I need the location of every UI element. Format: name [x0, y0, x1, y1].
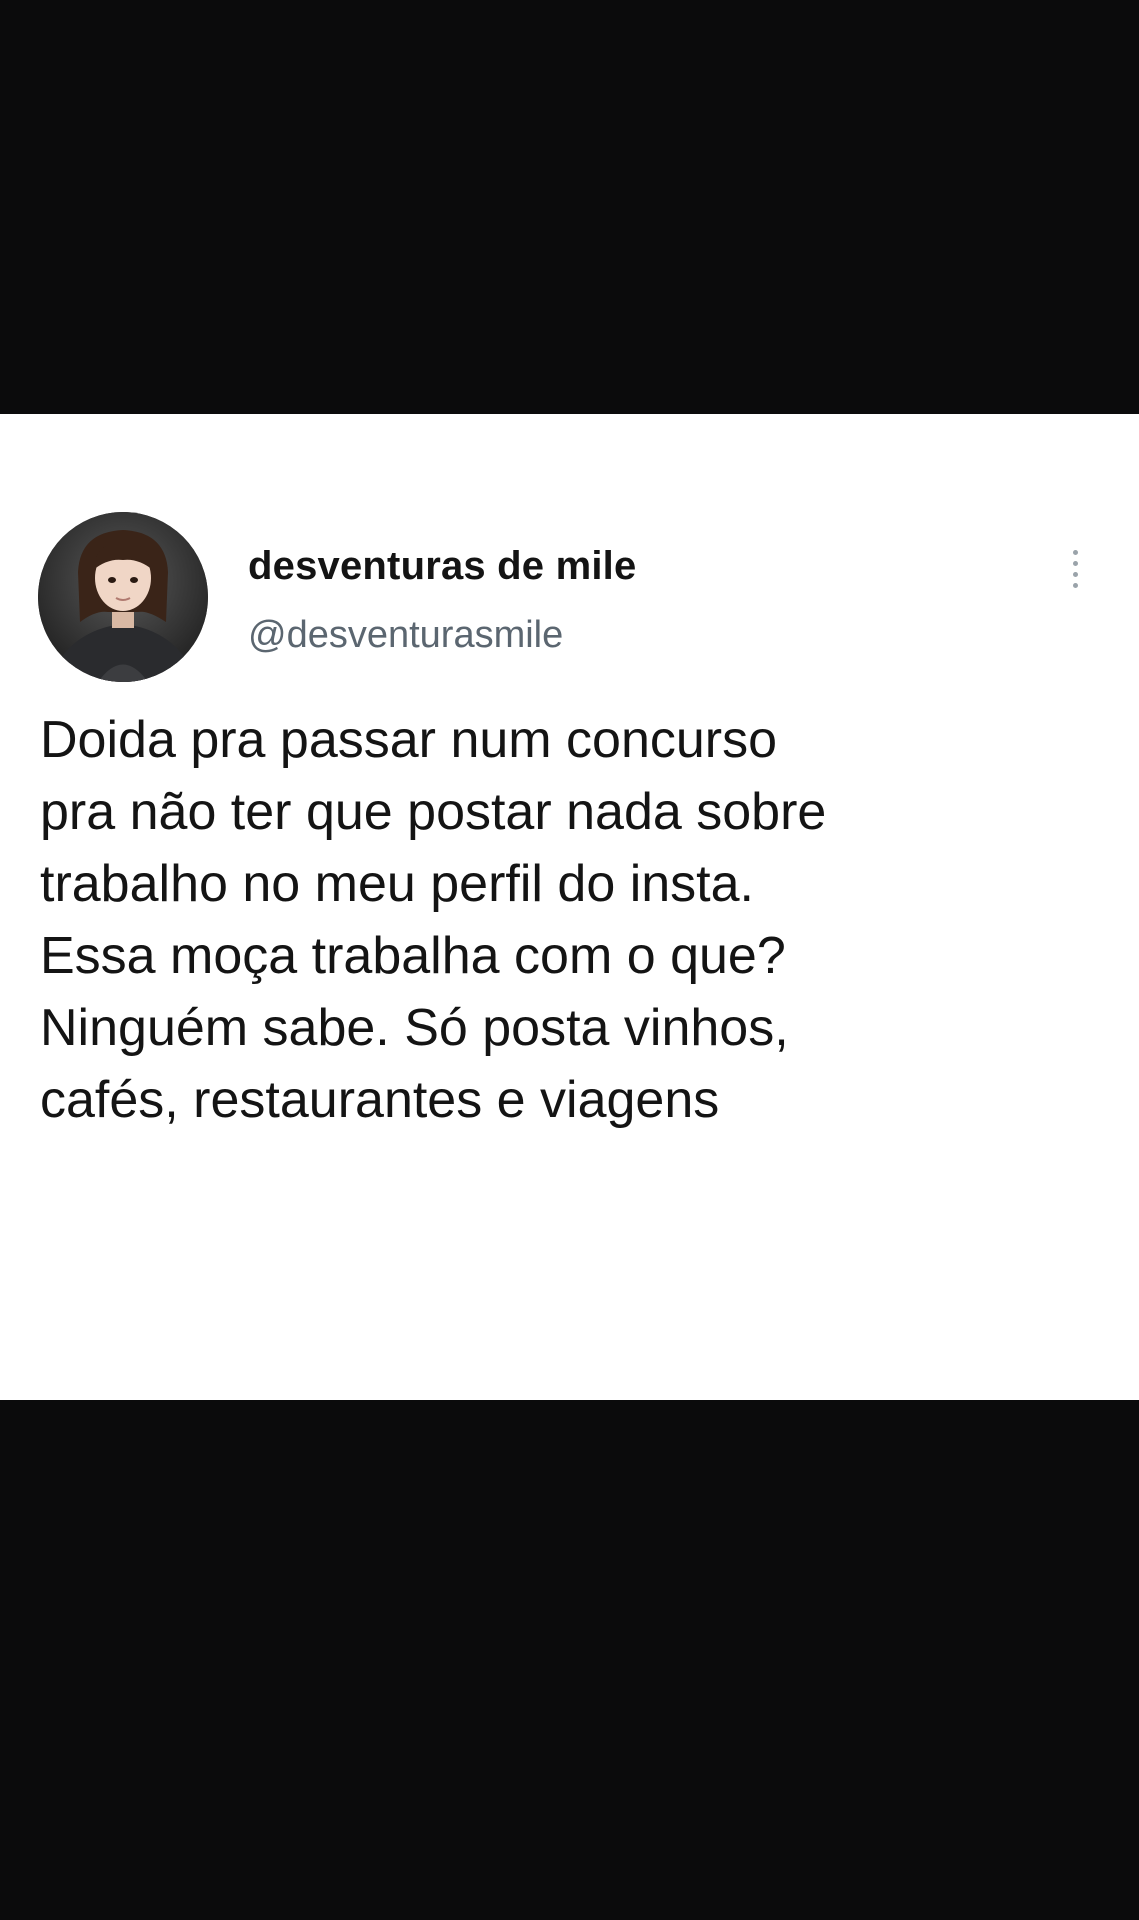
top-black-band	[0, 0, 1139, 414]
more-options-button[interactable]	[1060, 539, 1090, 599]
tweet-line: Doida pra passar num concurso	[40, 711, 778, 769]
tweet-card: desventuras de mile @desventurasmile Doi…	[0, 414, 1139, 1400]
vertical-ellipsis-icon	[1072, 572, 1078, 577]
vertical-ellipsis-icon	[1072, 550, 1078, 555]
tweet-line: pra não ter que postar nada sobre	[40, 783, 827, 841]
user-handle[interactable]: @desventurasmile	[248, 614, 563, 657]
profile-photo-icon	[38, 512, 208, 682]
display-name[interactable]: desventuras de mile	[248, 544, 636, 589]
vertical-ellipsis-icon	[1072, 561, 1078, 566]
tweet-line: Essa moça trabalha com o que?	[40, 927, 786, 985]
tweet-text: Doida pra passar num concurso pra não te…	[40, 704, 1120, 1136]
avatar[interactable]	[38, 512, 208, 682]
vertical-ellipsis-icon	[1072, 583, 1078, 588]
tweet-line: Ninguém sabe. Só posta vinhos,	[40, 999, 789, 1057]
tweet-line: trabalho no meu perfil do insta.	[40, 855, 754, 913]
bottom-black-band	[0, 1400, 1139, 1920]
tweet-line: cafés, restaurantes e viagens	[40, 1071, 720, 1129]
